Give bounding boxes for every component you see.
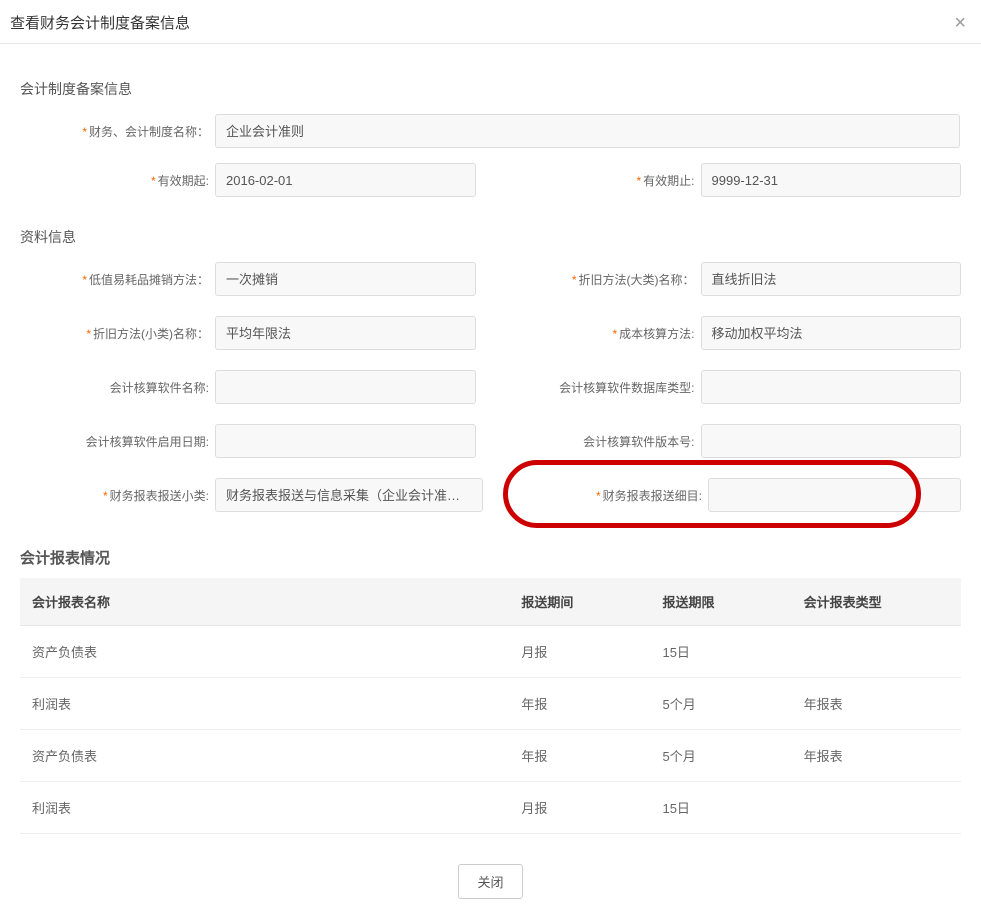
label-valid-to: *有效期止: [506, 172, 701, 189]
label-accounting-system-name: *财务、会计制度名称： [20, 123, 215, 140]
report-table: 会计报表名称 报送期间 报送期限 会计报表类型 资产负债表月报15日利润表年报5… [20, 578, 961, 834]
row-software-date-version: 会计核算软件启用日期: 会计核算软件版本号: [20, 419, 961, 463]
label-software-db: 会计核算软件数据库类型: [506, 379, 701, 396]
cell-name: 利润表 [20, 782, 509, 834]
label-software-date: 会计核算软件启用日期: [20, 433, 215, 450]
field-depr-minor: 平均年限法 [215, 316, 476, 350]
field-valid-from: 2016-02-01 [215, 163, 476, 197]
cell-period: 月报 [509, 626, 650, 678]
row-accounting-system-name: *财务、会计制度名称： 企业会计准则 [20, 109, 961, 153]
th-report-period: 报送期间 [509, 578, 650, 626]
field-cost-method: 移动加权平均法 [701, 316, 962, 350]
field-accounting-system-name: 企业会计准则 [215, 114, 960, 148]
table-row: 资产负债表年报5个月年报表 [20, 730, 961, 782]
table-row: 利润表月报15日 [20, 782, 961, 834]
field-valid-to: 9999-12-31 [701, 163, 962, 197]
cell-period: 月报 [509, 782, 650, 834]
field-low-value-amort: 一次摊销 [215, 262, 476, 296]
field-software-db [701, 370, 962, 404]
dialog-body: 会计制度备案信息 *财务、会计制度名称： 企业会计准则 *有效期起: 2016-… [0, 44, 981, 844]
label-depr-major: *折旧方法(大类)名称： [506, 271, 701, 288]
cell-type [792, 782, 961, 834]
field-report-subclass: 财务报表报送与信息采集（企业会计准则一般企业） [215, 478, 483, 512]
cell-type: 年报表 [792, 730, 961, 782]
label-valid-from: *有效期起: [20, 172, 215, 189]
cell-name: 利润表 [20, 678, 509, 730]
label-report-detail: *财务报表报送细目: [513, 487, 708, 504]
cell-period: 年报 [509, 678, 650, 730]
cell-deadline: 15日 [650, 782, 791, 834]
cell-name: 资产负债表 [20, 730, 509, 782]
label-depr-minor: *折旧方法(小类)名称： [20, 325, 215, 342]
cell-name: 资产负债表 [20, 626, 509, 678]
dialog-header: 查看财务会计制度备案信息 × [0, 0, 981, 44]
label-cost-method: *成本核算方法: [506, 325, 701, 342]
field-depr-major: 直线折旧法 [701, 262, 962, 296]
close-button[interactable]: 关闭 [458, 864, 522, 899]
th-report-type: 会计报表类型 [792, 578, 961, 626]
dialog-footer: 关闭 [0, 844, 981, 924]
section-title-filing: 会计制度备案信息 [20, 79, 961, 99]
field-report-detail [708, 478, 961, 512]
row-depr-minor-cost: *折旧方法(小类)名称： 平均年限法 *成本核算方法: 移动加权平均法 [20, 311, 961, 355]
th-report-name: 会计报表名称 [20, 578, 509, 626]
label-low-value-amort: *低值易耗品摊销方法： [20, 271, 215, 288]
dialog-title: 查看财务会计制度备案信息 [10, 12, 190, 33]
row-software-name-db: 会计核算软件名称: 会计核算软件数据库类型: [20, 365, 961, 409]
field-software-date [215, 424, 476, 458]
label-software-name: 会计核算软件名称: [20, 379, 215, 396]
section-title-report-status: 会计报表情况 [20, 547, 961, 568]
label-software-version: 会计核算软件版本号: [506, 433, 701, 450]
row-report-submit: *财务报表报送小类: 财务报表报送与信息采集（企业会计准则一般企业） *财务报表… [20, 473, 961, 517]
table-row: 资产负债表月报15日 [20, 626, 961, 678]
table-row: 利润表年报5个月年报表 [20, 678, 961, 730]
th-report-deadline: 报送期限 [650, 578, 791, 626]
field-software-version [701, 424, 962, 458]
cell-type: 年报表 [792, 678, 961, 730]
close-icon[interactable]: × [954, 13, 966, 33]
cell-type [792, 626, 961, 678]
field-software-name [215, 370, 476, 404]
label-report-subclass: *财务报表报送小类: [20, 487, 215, 504]
row-valid-range: *有效期起: 2016-02-01 *有效期止: 9999-12-31 [20, 158, 961, 202]
cell-period: 年报 [509, 730, 650, 782]
cell-deadline: 15日 [650, 626, 791, 678]
cell-deadline: 5个月 [650, 730, 791, 782]
row-amort-depr-major: *低值易耗品摊销方法： 一次摊销 *折旧方法(大类)名称： 直线折旧法 [20, 257, 961, 301]
section-title-material: 资料信息 [20, 227, 961, 247]
cell-deadline: 5个月 [650, 678, 791, 730]
